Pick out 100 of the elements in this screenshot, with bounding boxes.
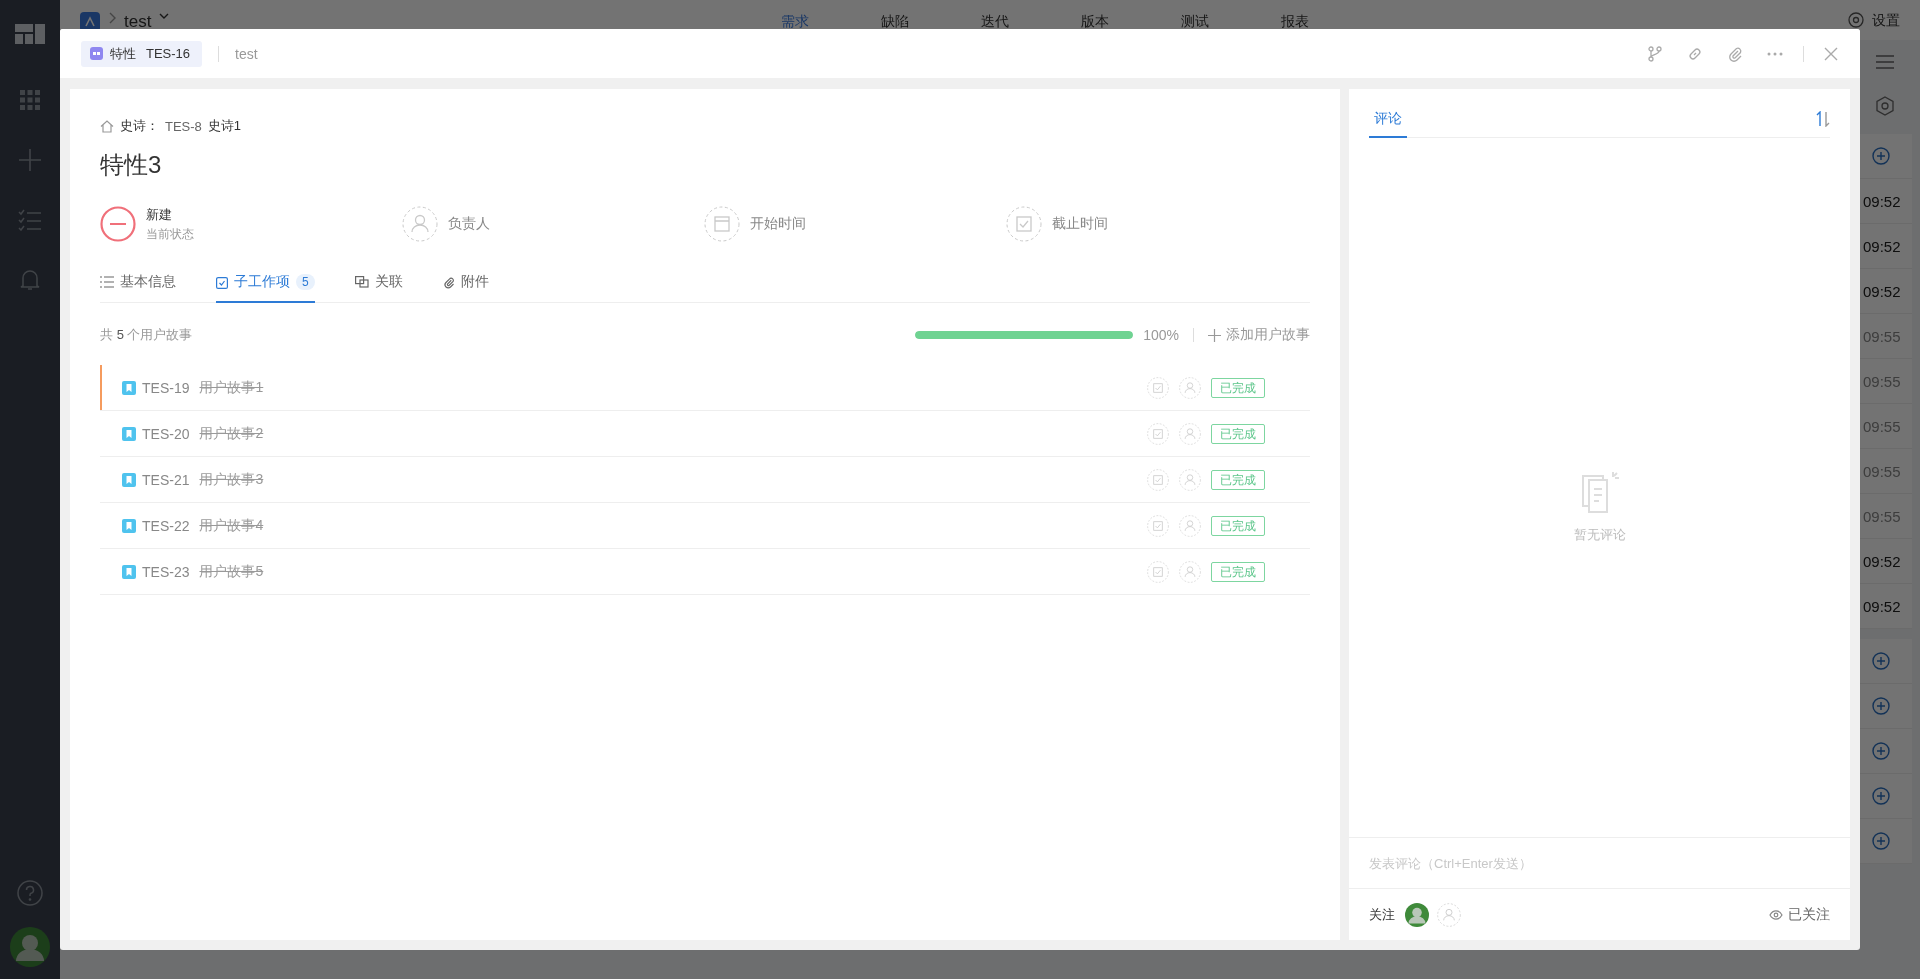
apps-grid-icon[interactable] xyxy=(19,89,41,111)
tab[interactable]: 基本信息 xyxy=(100,271,176,303)
bell-icon[interactable] xyxy=(20,269,40,291)
plus-icon[interactable] xyxy=(18,148,42,172)
story-title[interactable]: 用户故事2 xyxy=(199,424,264,443)
help-icon[interactable] xyxy=(17,880,43,906)
field-label[interactable]: 负责人 xyxy=(448,215,490,233)
story-row[interactable]: TES-19 用户故事1 已完成 xyxy=(100,365,1310,411)
story-key[interactable]: TES-19 xyxy=(142,379,190,396)
assignee-icon[interactable] xyxy=(1179,376,1201,399)
link-icon[interactable] xyxy=(1687,45,1703,62)
add-follower-icon[interactable] xyxy=(1437,902,1461,927)
nav-tab[interactable]: 版本 xyxy=(1080,12,1109,30)
time-label: 09:52 xyxy=(1863,282,1901,300)
nav-tab[interactable]: 测试 xyxy=(1180,12,1209,30)
add-circle-icon[interactable] xyxy=(1872,787,1890,805)
paperclip-icon xyxy=(442,275,455,289)
project-icon[interactable] xyxy=(80,12,100,32)
status-badge[interactable]: 已完成 xyxy=(1211,515,1265,536)
calendar-check-icon[interactable] xyxy=(1147,468,1169,491)
copy-icon xyxy=(354,276,369,288)
story-row[interactable]: TES-20 用户故事2 已完成 xyxy=(100,411,1310,457)
following-button[interactable]: 已关注 xyxy=(1769,905,1830,924)
list-icon xyxy=(100,276,114,288)
logo-icon[interactable] xyxy=(15,24,45,44)
follower-avatar[interactable] xyxy=(1405,902,1429,927)
project-name[interactable]: test xyxy=(124,12,152,32)
nav-tab[interactable]: 需求 xyxy=(780,12,809,30)
settings-icon[interactable] xyxy=(1848,12,1864,28)
assignee-icon[interactable] xyxy=(1179,560,1201,583)
issue-title[interactable]: 特性3 xyxy=(100,150,1310,180)
assignee-icon[interactable] xyxy=(1179,514,1201,537)
caret-icon[interactable] xyxy=(159,12,170,20)
add-story-button[interactable]: 添加用户故事 xyxy=(1208,326,1310,344)
bookmark-icon xyxy=(122,518,136,533)
user-avatar[interactable] xyxy=(10,927,50,967)
story-row[interactable]: TES-21 用户故事3 已完成 xyxy=(100,457,1310,503)
paperclip-icon[interactable] xyxy=(1727,45,1743,62)
story-title[interactable]: 用户故事5 xyxy=(199,562,264,581)
nav-tab[interactable]: 报表 xyxy=(1280,12,1309,30)
eye-icon xyxy=(1769,909,1783,920)
status-badge[interactable]: 已完成 xyxy=(1211,423,1265,444)
field-label[interactable]: 截止时间 xyxy=(1052,215,1108,233)
nav-tab[interactable]: 缺陷 xyxy=(880,12,909,30)
progress-reading: 100% xyxy=(1143,327,1179,343)
calendar-check-icon[interactable] xyxy=(1006,206,1042,242)
story-title[interactable]: 用户故事4 xyxy=(199,516,264,535)
status-badge[interactable]: 已完成 xyxy=(1211,561,1265,582)
story-title[interactable]: 用户故事3 xyxy=(199,470,264,489)
comments-tab[interactable]: 评论 xyxy=(1369,110,1407,138)
story-row[interactable]: TES-23 用户故事5 已完成 xyxy=(100,549,1310,595)
status-value[interactable]: 新建 xyxy=(146,205,194,224)
calendar-check-icon[interactable] xyxy=(1147,422,1169,445)
tab[interactable]: 关联 xyxy=(354,271,403,303)
add-circle-icon[interactable] xyxy=(1872,742,1890,760)
add-circle-icon[interactable] xyxy=(1872,697,1890,715)
story-key[interactable]: TES-23 xyxy=(142,563,190,580)
add-circle-icon[interactable] xyxy=(1872,147,1890,165)
status-new-icon[interactable] xyxy=(100,206,136,242)
sort-icon[interactable] xyxy=(1816,111,1830,127)
settings-link[interactable]: 设置 xyxy=(1872,12,1900,28)
story-key[interactable]: TES-21 xyxy=(142,471,190,488)
story-key[interactable]: TES-20 xyxy=(142,425,190,442)
calendar-icon[interactable] xyxy=(704,206,740,242)
bookmark-icon xyxy=(122,380,136,395)
status-badge[interactable]: 已完成 xyxy=(1211,377,1265,398)
add-circle-icon[interactable] xyxy=(1872,832,1890,850)
count-badge: 5 xyxy=(296,274,315,290)
assignee-icon[interactable] xyxy=(1179,422,1201,445)
assignee-icon[interactable] xyxy=(1179,468,1201,491)
time-label: 09:52 xyxy=(1863,237,1901,255)
time-label: 09:52 xyxy=(1863,192,1901,210)
time-label: 09:52 xyxy=(1863,552,1901,570)
followers-label: 关注 xyxy=(1369,905,1395,924)
calendar-check-icon[interactable] xyxy=(1147,560,1169,583)
close-icon[interactable] xyxy=(1824,46,1838,61)
story-row[interactable]: TES-22 用户故事4 已完成 xyxy=(100,503,1310,549)
nav-tab[interactable]: 迭代 xyxy=(980,12,1009,30)
story-title[interactable]: 用户故事1 xyxy=(199,378,264,397)
calendar-check-icon[interactable] xyxy=(1147,376,1169,399)
status-badge[interactable]: 已完成 xyxy=(1211,469,1265,490)
branch-icon[interactable] xyxy=(1647,45,1663,62)
chevron-right-icon xyxy=(108,12,116,24)
epic-title[interactable]: 史诗1 xyxy=(207,117,242,135)
add-circle-icon[interactable] xyxy=(1872,652,1890,670)
home-icon[interactable] xyxy=(100,119,114,133)
issue-key: TES-16 xyxy=(146,46,191,61)
more-icon[interactable] xyxy=(1767,51,1783,56)
story-key[interactable]: TES-22 xyxy=(142,517,190,534)
tab[interactable]: 附件 xyxy=(442,271,489,303)
epic-key[interactable]: TES-8 xyxy=(165,118,202,134)
view-icon[interactable] xyxy=(1874,95,1896,117)
assignee-icon[interactable] xyxy=(402,206,438,242)
tab[interactable]: 子工作项 5 xyxy=(216,271,315,303)
checklist-icon[interactable] xyxy=(18,209,42,231)
checkbox-icon xyxy=(216,275,228,289)
calendar-check-icon[interactable] xyxy=(1147,514,1169,537)
list-icon[interactable] xyxy=(1876,55,1894,69)
issue-type: 特性 xyxy=(110,44,136,63)
field-label[interactable]: 开始时间 xyxy=(750,215,806,233)
